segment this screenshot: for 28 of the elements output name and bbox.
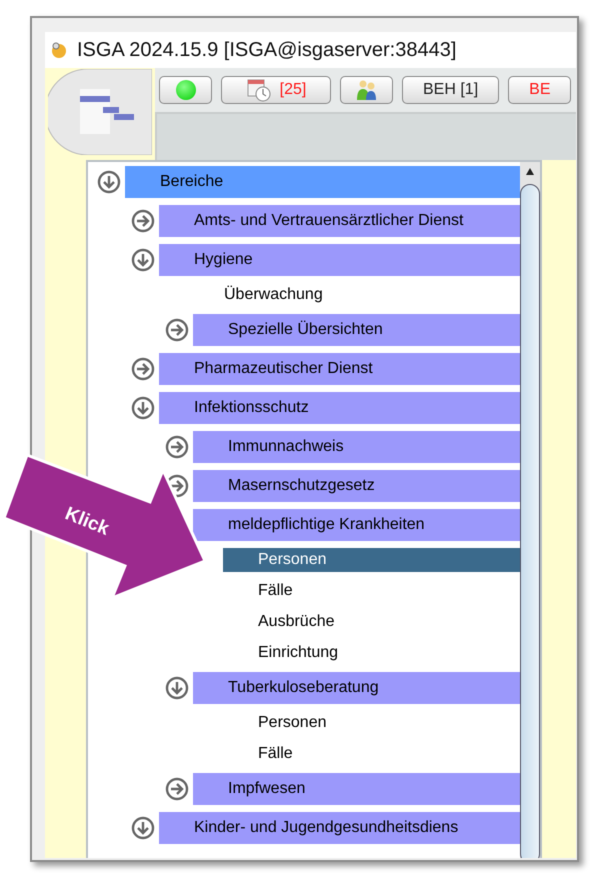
tree-item[interactable]: Fälle: [223, 578, 520, 602]
tree-item[interactable]: Ausbrüche: [223, 610, 520, 634]
tree-node[interactable]: Amts- und Vertrauensärztlicher Dienst: [159, 204, 520, 236]
callout-label: Klick: [61, 502, 113, 542]
tree-node[interactable]: Pharmazeutischer Dienst: [159, 352, 520, 384]
tree-item[interactable]: Überwachung: [189, 282, 520, 306]
tree-node[interactable]: Infektionsschutz: [159, 392, 520, 424]
window-title: ISGA 2024.15.9 [ISGA@isgaserver:38443]: [77, 38, 456, 63]
tree-item[interactable]: Fälle: [223, 742, 520, 766]
tree-node[interactable]: Spezielle Übersichten: [193, 314, 520, 346]
tree-item[interactable]: Einrichtung: [223, 640, 520, 664]
tree-node[interactable]: Immunnachweis: [193, 430, 520, 462]
tree-node[interactable]: Impfwesen: [193, 772, 520, 804]
status-button[interactable]: [159, 76, 212, 104]
tree-item[interactable]: Personen: [223, 548, 520, 572]
tree-node[interactable]: Hygiene: [159, 244, 520, 276]
people-icon: [354, 78, 378, 102]
toolbar-button[interactable]: BEH [1]: [402, 76, 500, 104]
tree-item[interactable]: Personen: [223, 710, 520, 734]
status-light-icon: [176, 80, 196, 100]
people-button[interactable]: [340, 76, 393, 104]
tree-node[interactable]: Kinder- und Jugendgesundheitsdiens: [159, 812, 520, 844]
calendar-clock-icon: [246, 78, 272, 102]
tree-node[interactable]: Bereiche: [125, 166, 520, 198]
app-icon: [49, 40, 69, 60]
tree-node[interactable]: Masernschutzgesetz: [193, 470, 520, 502]
tree-node[interactable]: Tuberkuloseberatung: [193, 672, 520, 704]
tree-node[interactable]: meldepflichtige Krankheiten: [193, 508, 520, 540]
